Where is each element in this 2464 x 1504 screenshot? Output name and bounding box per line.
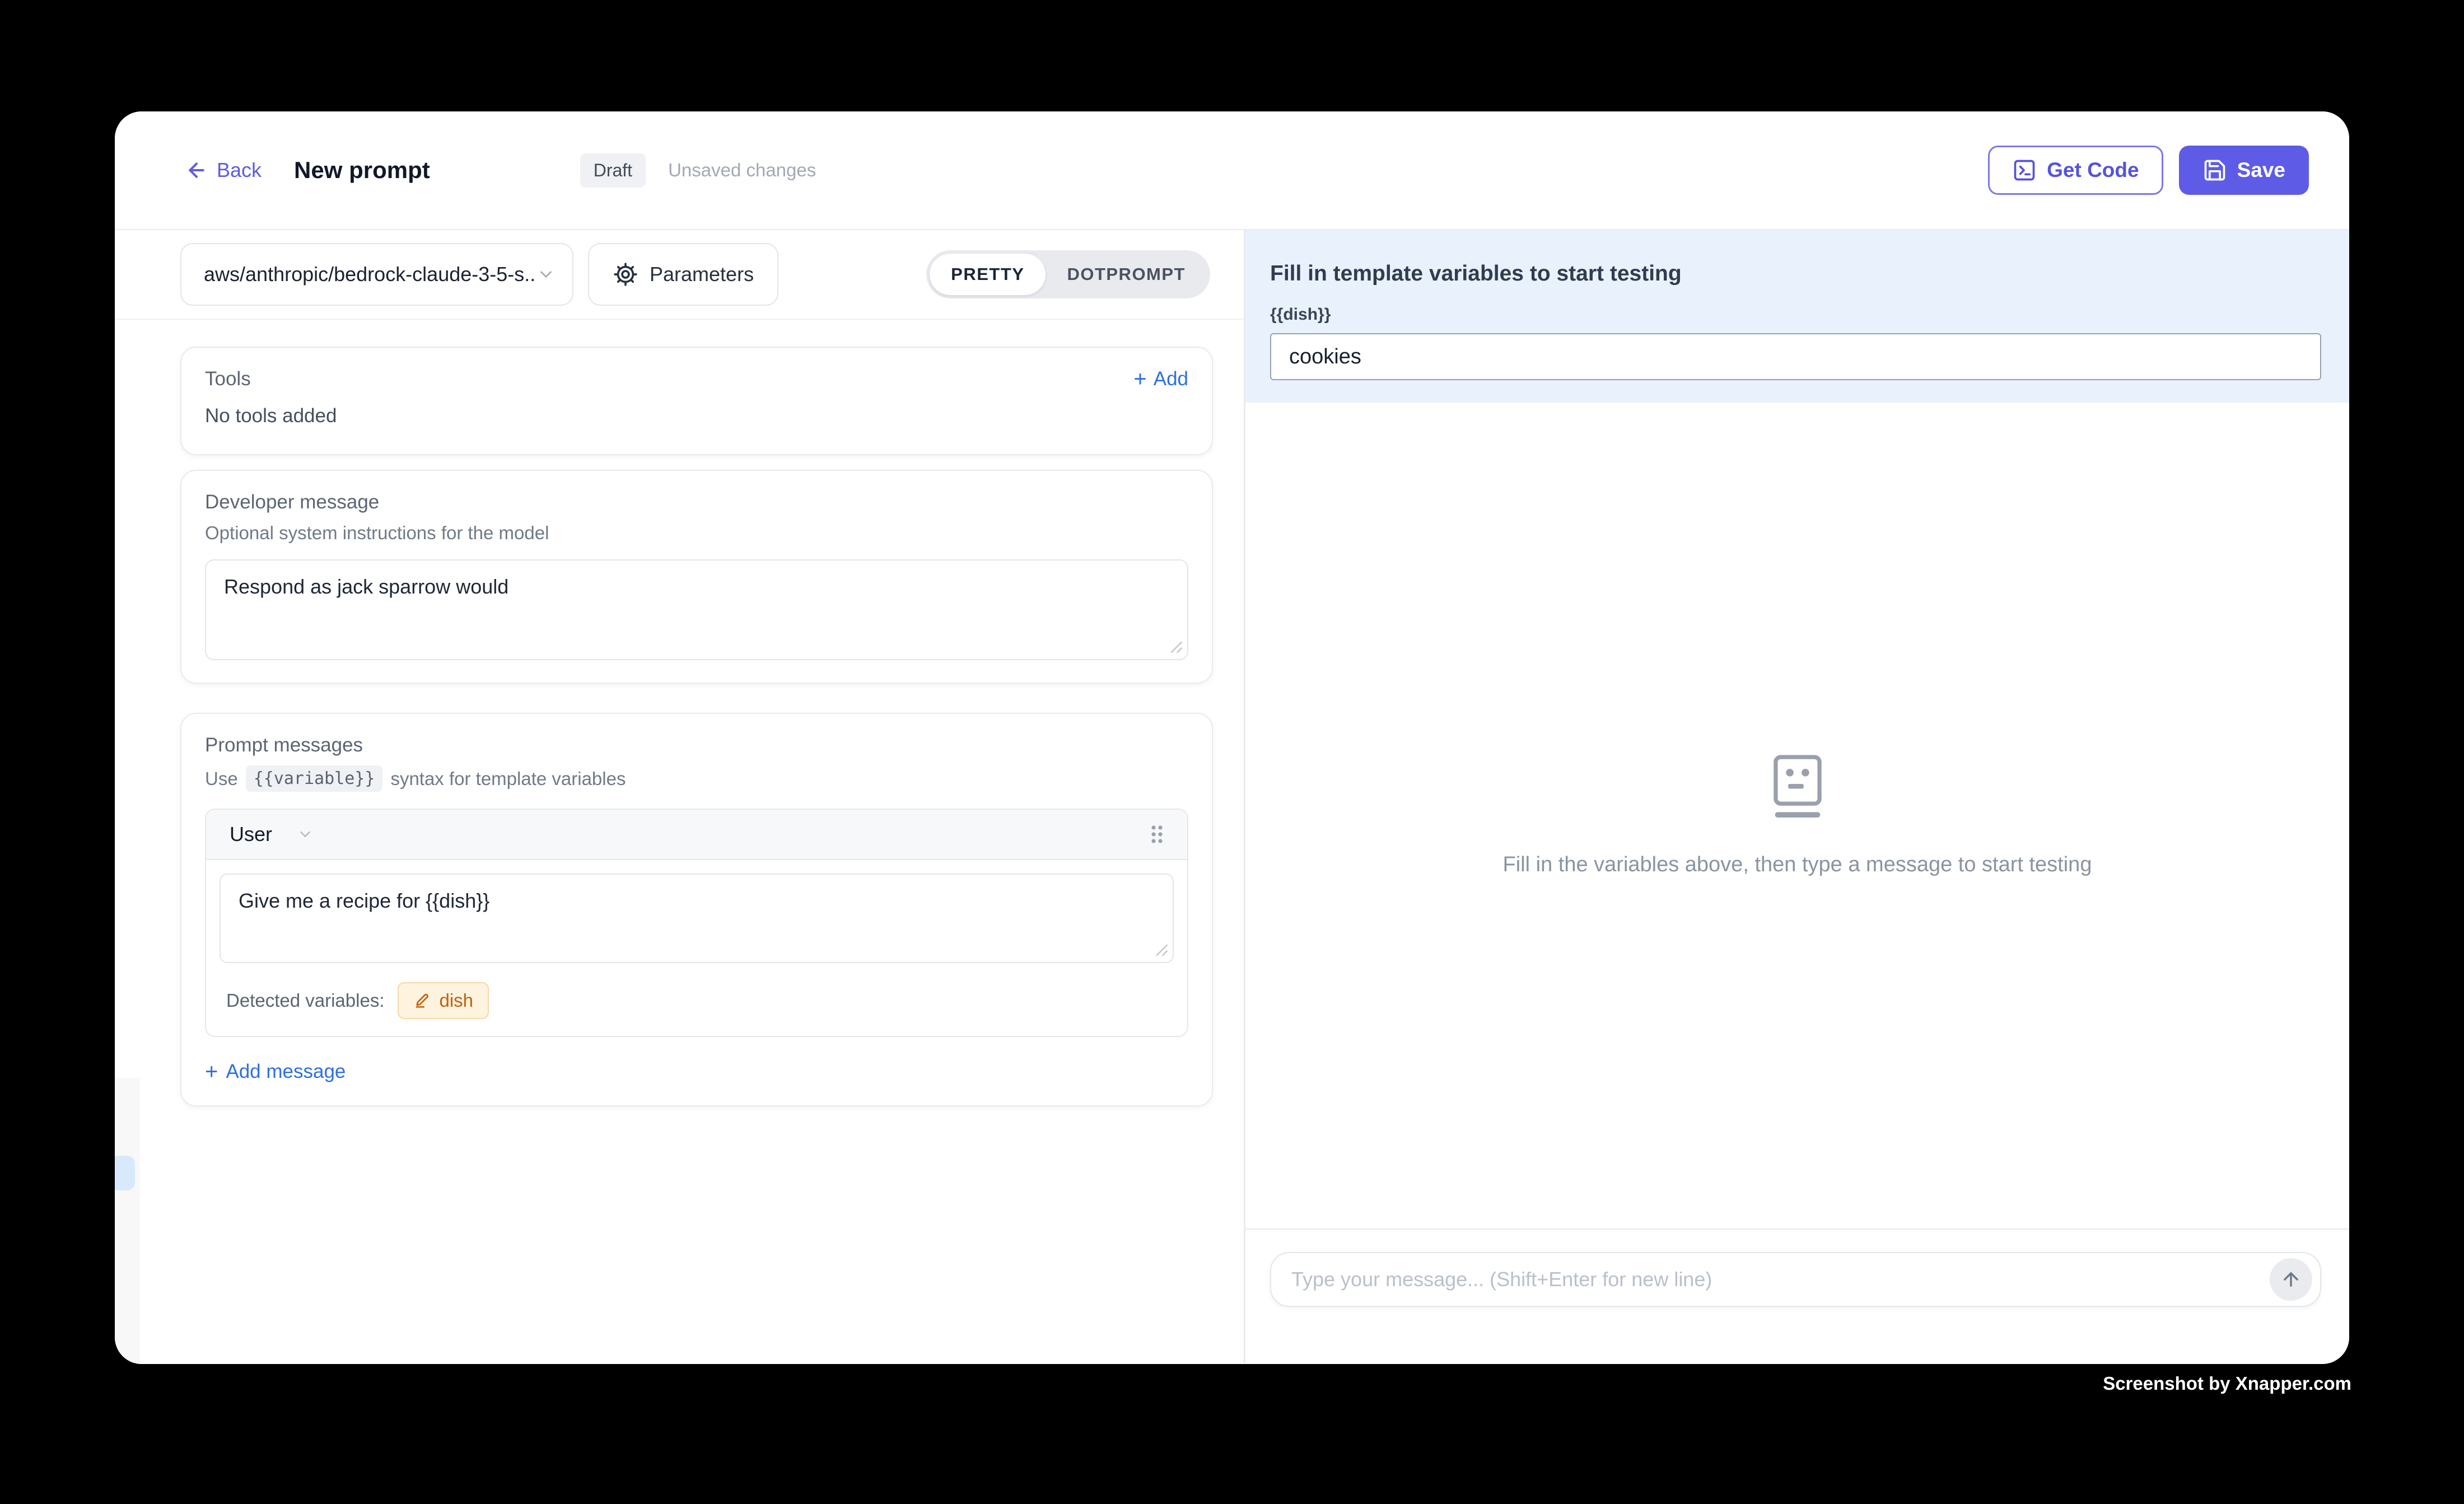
drag-handle-icon[interactable] <box>1147 822 1167 847</box>
variables-heading: Fill in template variables to start test… <box>1270 261 2321 286</box>
terminal-icon <box>2012 158 2037 183</box>
save-button[interactable]: Save <box>2179 146 2309 195</box>
message-body: Give me a recipe for {{dish}} Detected v… <box>206 860 1187 1036</box>
header-actions: Get Code Save <box>1988 146 2309 195</box>
prompt-messages-title: Prompt messages <box>205 734 1188 756</box>
prompt-messages-card: Prompt messages Use {{variable}} syntax … <box>180 713 1213 1106</box>
detected-variables-row: Detected variables: dish <box>220 982 1174 1019</box>
gear-icon <box>613 261 638 287</box>
chat-input[interactable]: Type your message... (Shift+Enter for ne… <box>1270 1252 2321 1307</box>
developer-message-input[interactable]: Respond as jack sparrow would <box>205 559 1188 660</box>
back-arrow-icon <box>185 159 208 181</box>
usage-hint-suffix: syntax for template variables <box>390 768 626 790</box>
plus-icon: + <box>1133 368 1146 390</box>
developer-message-title: Developer message <box>205 491 1188 513</box>
model-selector-value: aws/anthropic/bedrock-claude-3-5-s... <box>204 263 536 286</box>
variable-badge-dish[interactable]: dish <box>398 982 489 1019</box>
variables-section: Fill in template variables to start test… <box>1245 230 2349 403</box>
main-split: aws/anthropic/bedrock-claude-3-5-s... <box>115 230 2349 1363</box>
role-selector[interactable]: User <box>230 823 314 846</box>
detected-variables-label: Detected variables: <box>226 990 384 1011</box>
variable-value-input[interactable] <box>1270 333 2321 380</box>
model-selector[interactable]: aws/anthropic/bedrock-claude-3-5-s... <box>180 243 573 306</box>
toggle-dotprompt[interactable]: DOTPROMPT <box>1046 254 1207 295</box>
back-button[interactable]: Back <box>185 158 262 182</box>
plus-icon: + <box>205 1061 218 1083</box>
chat-empty-state: Fill in the variables above, then type a… <box>1245 403 2349 1229</box>
chat-input-placeholder: Type your message... (Shift+Enter for ne… <box>1291 1268 2270 1291</box>
variable-key-label: {{dish}} <box>1270 305 2321 324</box>
message-header: User <box>206 810 1187 860</box>
get-code-button[interactable]: Get Code <box>1988 146 2163 195</box>
variable-badge-label: dish <box>439 990 473 1011</box>
page-title: New prompt <box>294 157 430 184</box>
app-window: Back New prompt Draft Unsaved changes Ge… <box>115 111 2349 1364</box>
edge-scroll-strip <box>115 1078 140 1364</box>
toggle-pretty[interactable]: PRETTY <box>930 254 1046 295</box>
prompt-editor-panel: aws/anthropic/bedrock-claude-3-5-s... <box>115 230 1245 1363</box>
message-block: User <box>205 809 1188 1037</box>
tools-title: Tools <box>205 368 251 390</box>
chat-empty-text: Fill in the variables above, then type a… <box>1503 853 2092 877</box>
user-message-input[interactable]: Give me a recipe for {{dish}} <box>220 874 1174 963</box>
unsaved-changes-label: Unsaved changes <box>668 160 816 181</box>
chevron-down-icon <box>297 826 314 843</box>
arrow-up-icon <box>2280 1269 2302 1290</box>
usage-hint-prefix: Use <box>205 768 238 790</box>
format-toggle: PRETTY DOTPROMPT <box>926 250 1210 298</box>
developer-message-card: Developer message Optional system instru… <box>180 470 1213 684</box>
robot-face-icon <box>1771 754 1824 819</box>
header: Back New prompt Draft Unsaved changes Ge… <box>115 111 2349 230</box>
editor-content: Tools + Add No tools added Developer mes… <box>115 320 1244 1106</box>
watermark-text: Screenshot by Xnapper.com <box>2103 1373 2351 1394</box>
parameters-button[interactable]: Parameters <box>588 243 778 306</box>
save-icon <box>2202 158 2227 183</box>
add-tool-button[interactable]: + Add <box>1133 368 1188 390</box>
pencil-icon <box>413 992 431 1010</box>
developer-message-subtitle: Optional system instructions for the mod… <box>205 522 1188 544</box>
edge-highlight-item <box>115 1156 135 1190</box>
tools-card: Tools + Add No tools added <box>180 347 1213 455</box>
chat-footer: Type your message... (Shift+Enter for ne… <box>1245 1229 2349 1363</box>
variable-syntax-chip: {{variable}} <box>246 765 383 792</box>
back-label: Back <box>217 158 262 182</box>
status-badge: Draft <box>580 153 646 188</box>
role-selector-value: User <box>230 823 272 846</box>
add-message-button[interactable]: + Add message <box>205 1061 1188 1083</box>
editor-toolbar: aws/anthropic/bedrock-claude-3-5-s... <box>115 230 1244 320</box>
test-panel: Fill in template variables to start test… <box>1245 230 2349 1363</box>
chevron-down-icon <box>536 265 556 284</box>
tools-empty-text: No tools added <box>205 405 1188 427</box>
send-button[interactable] <box>2270 1258 2312 1301</box>
